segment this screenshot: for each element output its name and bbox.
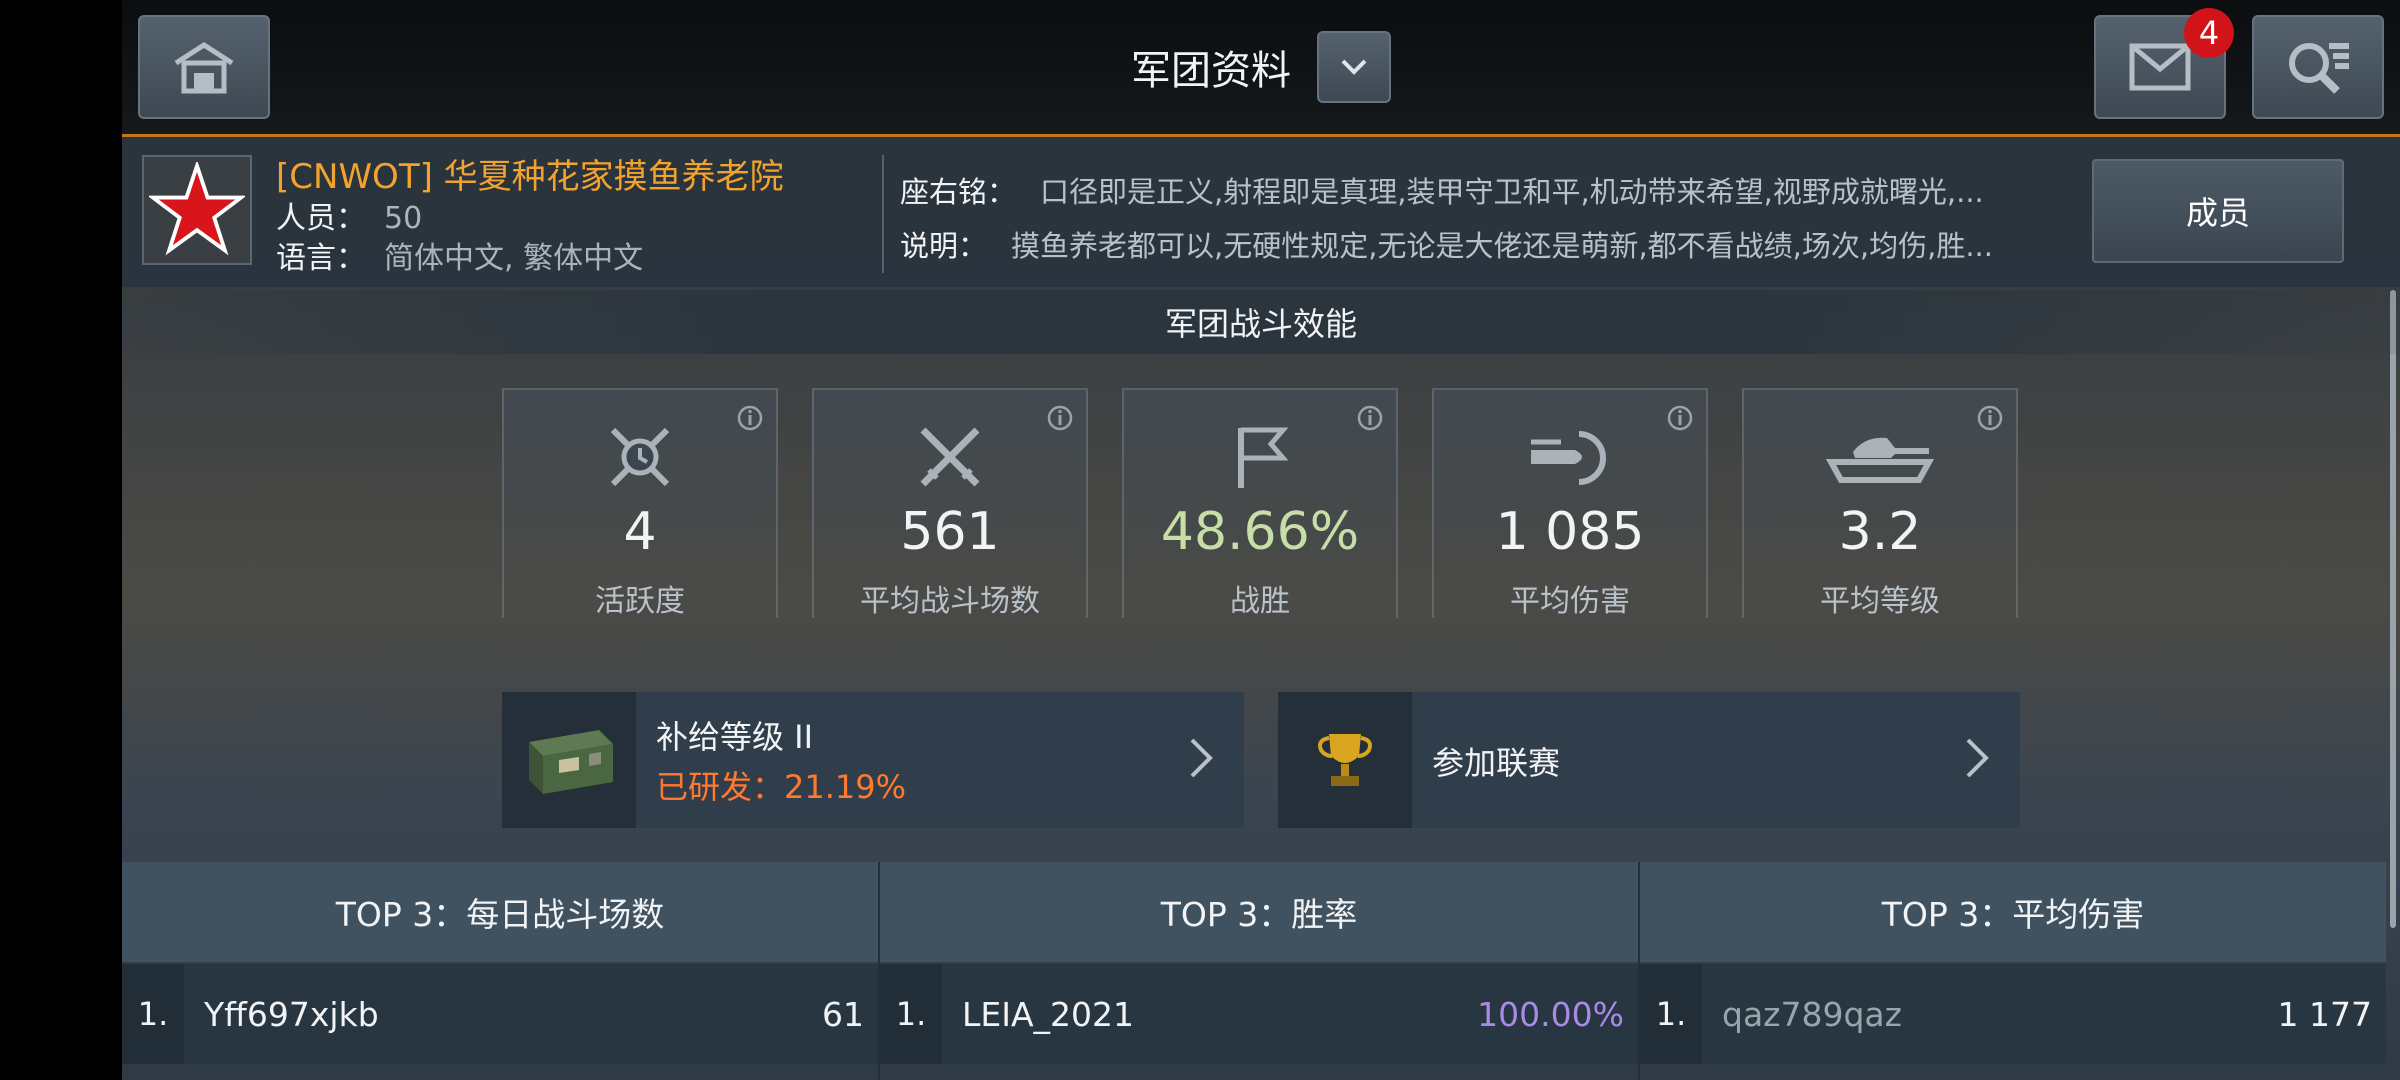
stat-card-activity[interactable]: 4 活跃度 (502, 388, 778, 619)
player-value: 100.00% (1477, 994, 1624, 1034)
members-value: 50 (384, 201, 423, 236)
flag-icon (1238, 427, 1289, 488)
league-trophy-image (1278, 692, 1412, 828)
top3-header: TOP 3：胜率 (880, 862, 1638, 962)
stat-value: 4 (623, 502, 657, 562)
table-row[interactable]: 1. Yff697xjkb 61 (122, 964, 878, 1064)
stat-card-avg-battles[interactable]: 561 平均战斗场数 (812, 388, 1088, 619)
top3-daily-battles: TOP 3：每日战斗场数 1. Yff697xjkb 61 (122, 862, 878, 1080)
clan-profile-screen: 军团资料 4 [CNWOT] 华夏种花家摸鱼养老院 人员： 50 语言： 简体中… (122, 0, 2400, 1080)
description-value: 摸鱼养老都可以,无硬性规定,无论是大佬还是萌新,都不看战绩,场次,均伤,胜... (1011, 229, 1993, 263)
shell-icon (1531, 431, 1606, 485)
search-list-icon (2289, 43, 2349, 94)
rank: 1. (880, 964, 942, 1064)
chevron-right-icon (1190, 738, 1213, 778)
tank-icon (1825, 437, 1935, 483)
stat-value: 561 (900, 502, 1000, 562)
top-bar: 军团资料 4 (122, 0, 2400, 137)
top3-header: TOP 3：每日战斗场数 (122, 862, 878, 962)
supply-progress-text: 已研发：21.19% (656, 768, 907, 806)
player-name: Yff697xjkb (204, 994, 379, 1034)
stat-label: 平均等级 (1820, 584, 1940, 619)
members-label: 人员： (276, 201, 366, 236)
trophy-icon (1318, 734, 1372, 786)
motto-row: 座右铭： 口径即是正义,射程即是真理,装甲守卫和平,机动带来希望,视野成就曙光,.… (900, 169, 2196, 211)
clan-emblem (142, 155, 252, 265)
page-title: 军团资料 (1131, 48, 1291, 94)
top3-tables: TOP 3：每日战斗场数 1. Yff697xjkb 61 TOP 3：胜率 1… (122, 862, 2400, 1080)
table-row[interactable]: 1. qaz789qaz 1 177 (1640, 964, 2386, 1064)
stat-value: 3.2 (1838, 502, 1922, 562)
stat-card-win-rate[interactable]: 48.66% 战胜 (1122, 388, 1398, 619)
player-value: 61 (822, 994, 864, 1034)
chevron-down-icon (1341, 59, 1367, 75)
language-value: 简体中文, 繁体中文 (384, 241, 644, 276)
mail-count-badge: 4 (2184, 8, 2234, 58)
supply-level-panel[interactable]: 补给等级 II 已研发：21.19% (502, 692, 1244, 828)
efficiency-header: 军团战斗效能 (122, 290, 2400, 354)
title-group: 军团资料 (122, 0, 2400, 134)
top3-win-rate: TOP 3：胜率 1. LEIA_2021 100.00% (880, 862, 1638, 1080)
rank: 1. (1640, 964, 1702, 1064)
player-value: 1 177 (2277, 994, 2372, 1034)
table-row[interactable]: 1. LEIA_2021 100.00% (880, 964, 1638, 1064)
stat-label: 战胜 (1230, 584, 1290, 619)
stat-value: 48.66% (1160, 502, 1360, 562)
join-league-panel[interactable]: 参加联赛 (1278, 692, 2020, 828)
scrollbar[interactable] (2390, 290, 2396, 928)
clan-name: [CNWOT] 华夏种花家摸鱼养老院 (276, 157, 784, 197)
motto-value: 口径即是正义,射程即是真理,装甲守卫和平,机动带来希望,视野成就曙光,... (1040, 175, 1984, 209)
language-label: 语言： (276, 241, 366, 276)
search-button[interactable] (2252, 15, 2384, 119)
description-label: 说明： (900, 229, 988, 263)
chevron-right-icon (1966, 738, 1989, 778)
supply-crate-image (502, 692, 636, 828)
supply-crate-icon (529, 730, 613, 794)
supply-title: 补给等级 II (656, 718, 814, 756)
activity-swords-clock-icon (610, 427, 670, 487)
members-count-row: 人员： 50 (276, 193, 422, 237)
top3-header: TOP 3：平均伤害 (1640, 862, 2386, 962)
league-title: 参加联赛 (1432, 744, 1561, 782)
rank: 1. (122, 964, 184, 1064)
home-button[interactable] (138, 15, 270, 119)
player-name: LEIA_2021 (962, 994, 1135, 1034)
title-dropdown-button[interactable] (1317, 31, 1391, 103)
motto-label: 座右铭： (900, 175, 1017, 209)
language-row: 语言： 简体中文, 繁体中文 (276, 233, 643, 277)
envelope-icon (2129, 43, 2191, 91)
description-row: 说明： 摸鱼养老都可以,无硬性规定,无论是大佬还是萌新,都不看战绩,场次,均伤,胜… (900, 223, 2196, 265)
red-star-icon (149, 162, 245, 256)
player-name: qaz789qaz (1722, 994, 1902, 1034)
clan-info-panel: [CNWOT] 华夏种花家摸鱼养老院 人员： 50 语言： 简体中文, 繁体中文 座… (122, 137, 2400, 287)
garage-icon (174, 42, 234, 94)
stat-label: 平均伤害 (1510, 584, 1630, 619)
stat-label: 平均战斗场数 (860, 584, 1040, 619)
efficiency-cards: 4 活跃度 561 平均战斗场数 48.66% 战胜 1 085 平均伤害 3.… (502, 388, 2018, 619)
top3-avg-damage: TOP 3：平均伤害 1. qaz789qaz 1 177 (1640, 862, 2386, 1080)
info-divider (882, 155, 884, 273)
crossed-swords-icon (920, 427, 980, 487)
members-button[interactable]: 成员 (2092, 159, 2344, 263)
stat-card-avg-damage[interactable]: 1 085 平均伤害 (1432, 388, 1708, 619)
stat-label: 活跃度 (595, 584, 685, 619)
stat-value: 1 085 (1495, 502, 1645, 562)
stat-card-avg-tier[interactable]: 3.2 平均等级 (1742, 388, 2018, 619)
